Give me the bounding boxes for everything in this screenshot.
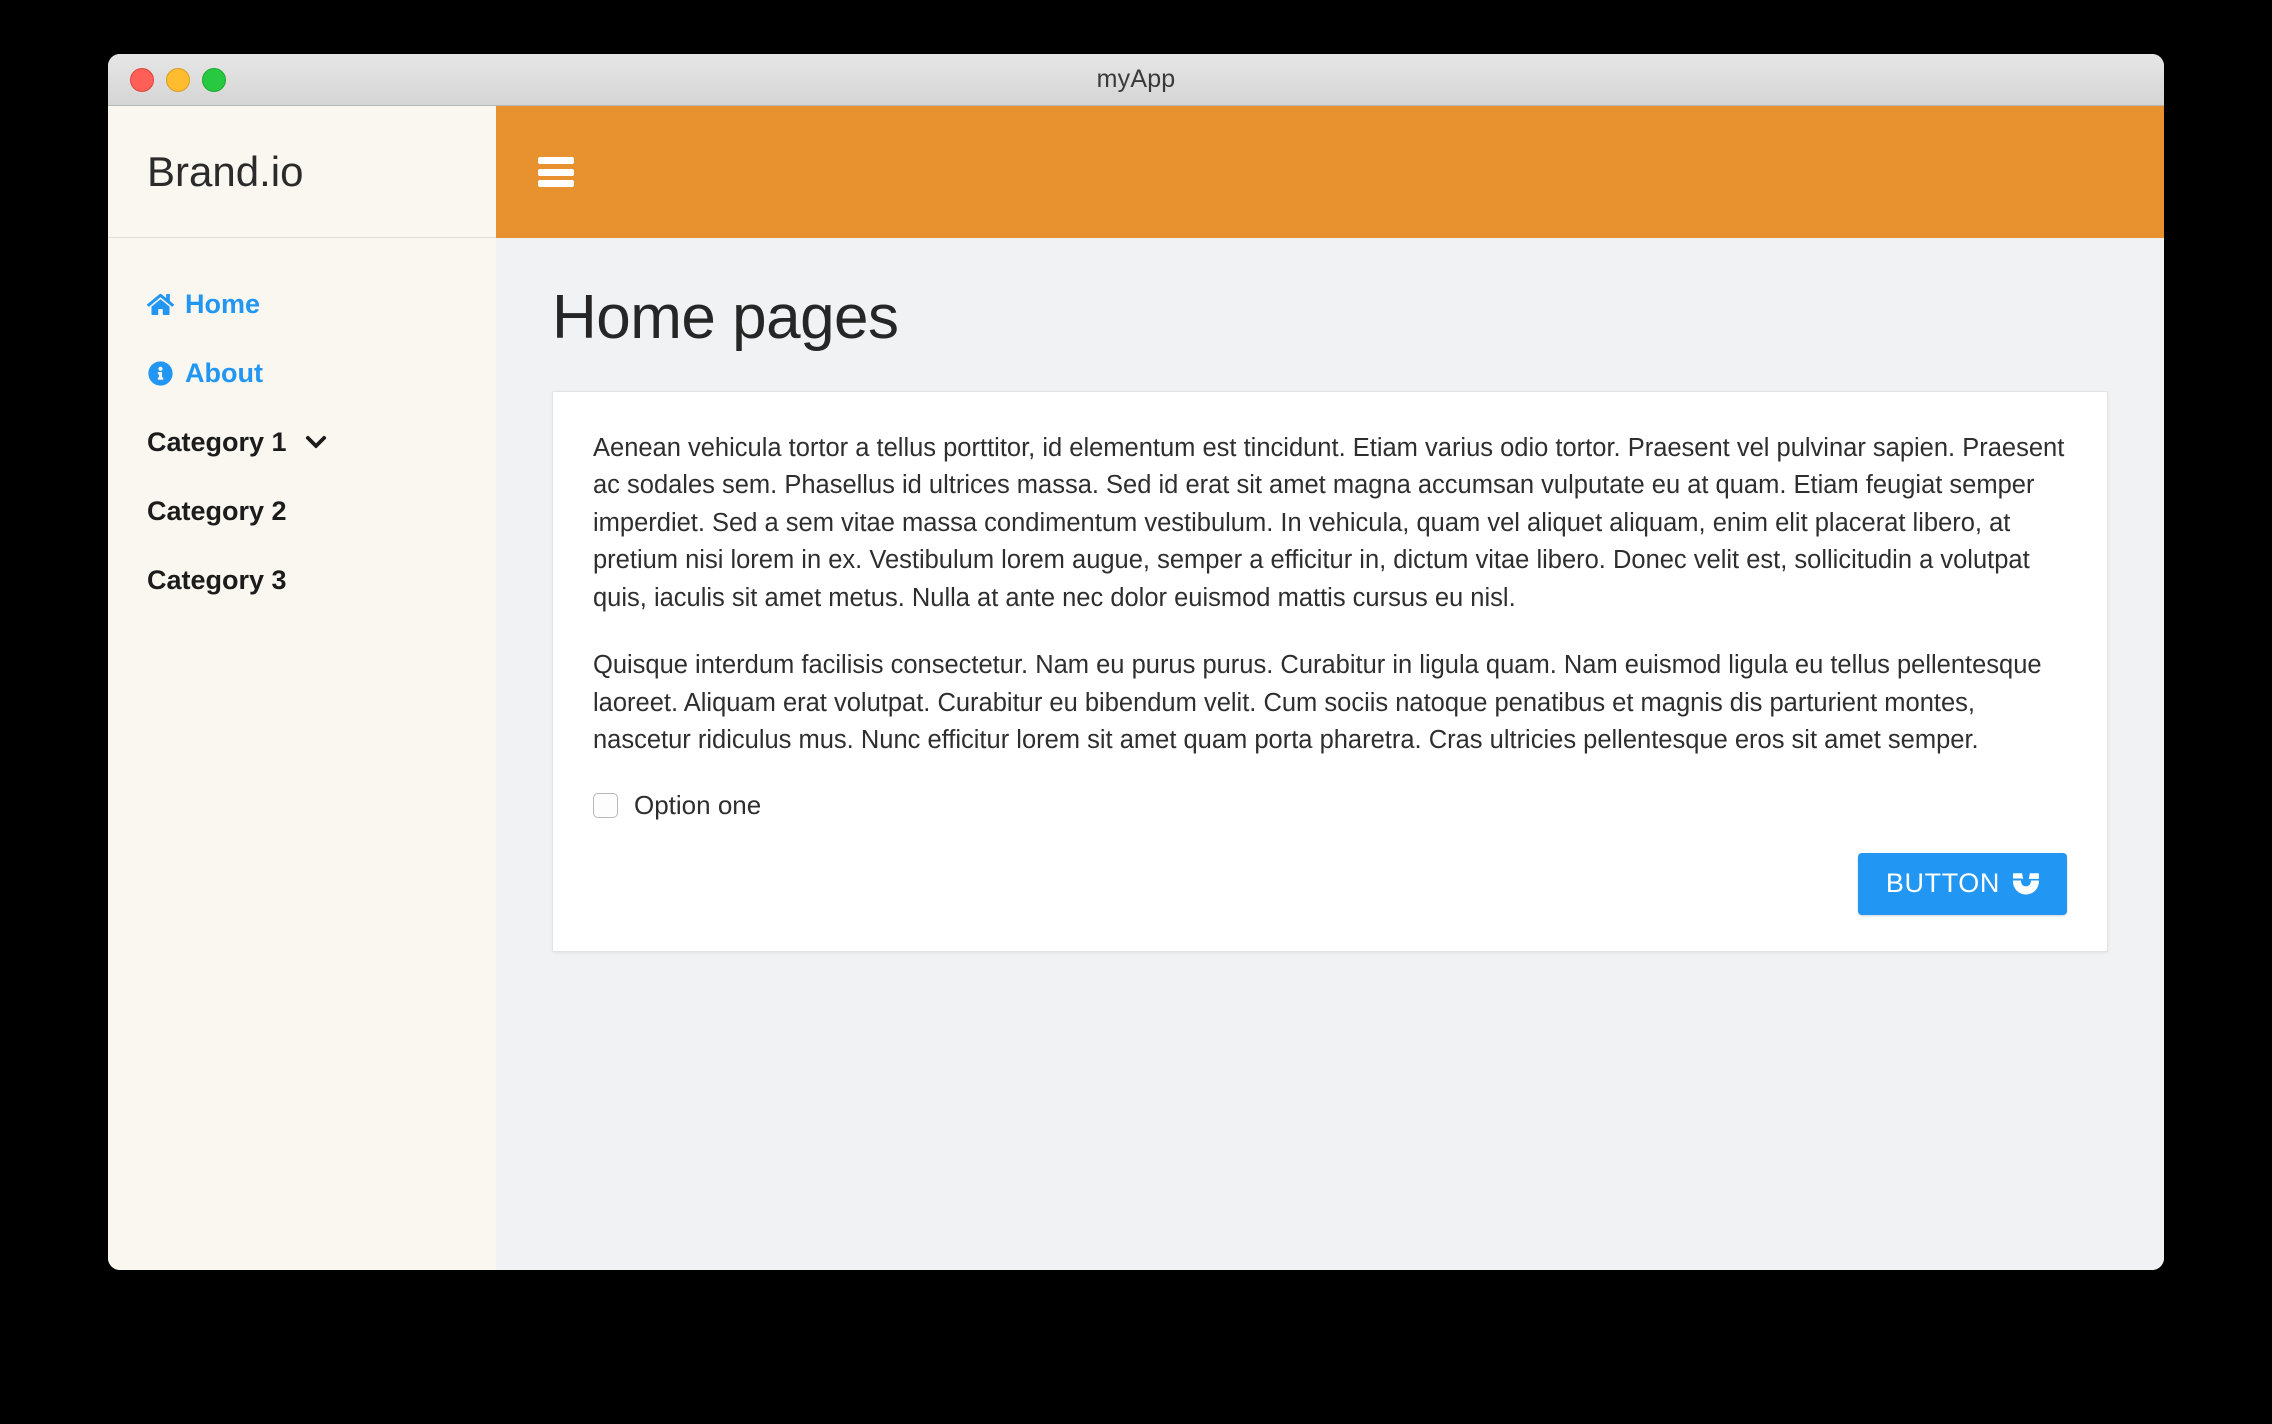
window-body: Brand.io Home About Category 1 Category … xyxy=(108,106,2164,1270)
sidebar-item-label: Home xyxy=(185,288,261,319)
body-paragraph: Quisque interdum facilisis consectetur. … xyxy=(593,651,2042,755)
sidebar-item-label: About xyxy=(185,357,263,388)
app-window: myApp Brand.io Home About Category 1 Cat… xyxy=(108,54,2164,1270)
brand-header: Brand.io xyxy=(108,106,496,238)
sidebar-item-category-2[interactable]: Category 2 xyxy=(108,487,496,535)
sidebar-item-about[interactable]: About xyxy=(108,349,496,397)
window-titlebar: myApp xyxy=(108,54,2164,106)
hamburger-bar xyxy=(538,157,574,164)
primary-action-button-label: BUTTON xyxy=(1885,868,2000,899)
sidebar-item-category-1[interactable]: Category 1 xyxy=(108,418,496,466)
hamburger-icon[interactable] xyxy=(538,157,574,187)
sidebar-item-category-3[interactable]: Category 3 xyxy=(108,556,496,604)
option-one-row: Option one xyxy=(593,790,2067,821)
sidebar-item-label: Category 3 xyxy=(147,564,287,595)
app-topbar xyxy=(496,106,2164,238)
info-circle-icon xyxy=(147,360,174,387)
magnet-icon xyxy=(2013,871,2039,897)
sidebar-nav: Home About Category 1 Category 2 Categor… xyxy=(108,238,496,625)
option-one-label: Option one xyxy=(634,789,762,820)
page-title: Home pages xyxy=(552,283,899,352)
brand-title: Brand.io xyxy=(147,147,304,195)
body-paragraph: Aenean vehicula tortor a tellus porttito… xyxy=(593,434,2065,612)
chevron-down-icon xyxy=(304,430,328,454)
primary-action-button[interactable]: BUTTON xyxy=(1857,852,2067,915)
sidebar-item-label: Category 1 xyxy=(147,426,287,457)
window-title: myApp xyxy=(1096,65,1176,93)
content-area: Home pages Aenean vehicula tortor a tell… xyxy=(496,238,2164,1270)
option-one-checkbox[interactable] xyxy=(593,792,618,818)
hamburger-bar xyxy=(538,168,574,176)
hamburger-bar xyxy=(538,180,574,187)
sidebar-item-home[interactable]: Home xyxy=(108,280,496,328)
main-column: Home pages Aenean vehicula tortor a tell… xyxy=(496,106,2164,1270)
sidebar-item-label: Category 2 xyxy=(147,495,287,526)
home-icon xyxy=(147,291,174,318)
card-actions: BUTTON xyxy=(593,852,2067,915)
content-card: Aenean vehicula tortor a tellus porttito… xyxy=(552,391,2108,952)
sidebar: Brand.io Home About Category 1 Category … xyxy=(108,106,496,1270)
